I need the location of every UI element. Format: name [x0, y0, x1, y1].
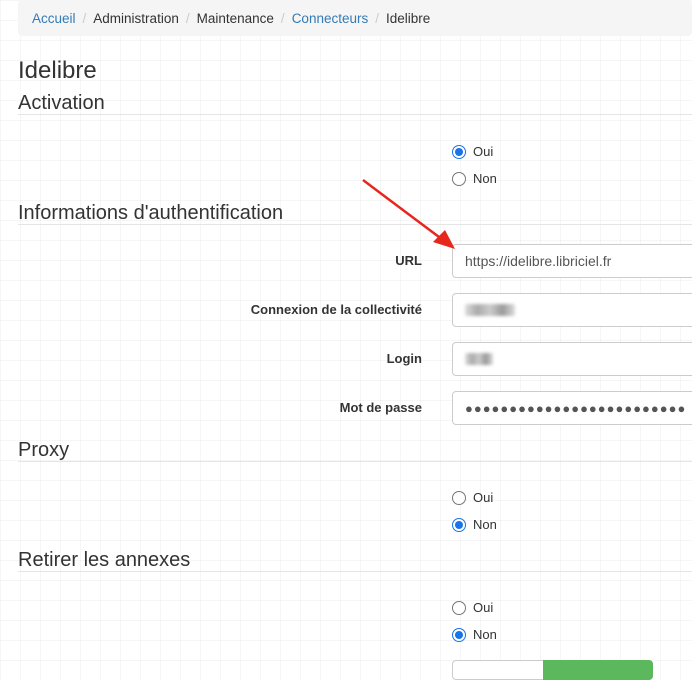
breadcrumb-idelibre: Idelibre [386, 10, 431, 26]
breadcrumb-separator: / [375, 10, 379, 26]
page-title: Idelibre [18, 57, 97, 84]
annexes-option-non[interactable]: Non [452, 627, 497, 642]
radio-label: Non [473, 627, 497, 642]
password-field[interactable]: ●●●●●●●●●●●●●●●●●●●●●●●●● [452, 391, 692, 425]
radio-label: Non [473, 171, 497, 186]
radio-checked-icon[interactable] [452, 517, 466, 532]
section-title-activation: Activation [18, 92, 105, 114]
radio-checked-icon[interactable] [452, 627, 466, 642]
proxy-option-oui[interactable]: Oui [452, 490, 493, 505]
annexes-option-oui[interactable]: Oui [452, 600, 493, 615]
collectivite-label: Connexion de la collectivité [250, 302, 422, 317]
section-title-annexes: Retirer les annexes [18, 549, 191, 571]
breadcrumb-maintenance: Maintenance [196, 10, 274, 26]
password-value: ●●●●●●●●●●●●●●●●●●●●●●●●● [465, 400, 687, 416]
section-divider [18, 461, 692, 462]
section-divider [18, 571, 692, 572]
section-title-auth: Informations d'authentification [18, 202, 284, 224]
activation-option-oui[interactable]: Oui [452, 144, 493, 159]
radio-label: Oui [473, 144, 494, 159]
save-button[interactable] [543, 660, 653, 680]
breadcrumb-separator: / [82, 10, 87, 26]
breadcrumb-connecteurs[interactable]: Connecteurs [292, 11, 369, 26]
radio-checked-icon[interactable] [452, 144, 466, 159]
collectivite-field[interactable] [452, 293, 692, 327]
proxy-option-non[interactable]: Non [452, 517, 497, 532]
redacted-value [465, 304, 515, 316]
breadcrumb-administration: Administration [93, 10, 179, 26]
section-divider [18, 114, 692, 115]
radio-label: Oui [473, 490, 494, 505]
breadcrumb-separator: / [280, 10, 285, 26]
radio-unchecked-icon[interactable] [452, 600, 466, 615]
breadcrumb: Accueil / Administration / Maintenance /… [18, 0, 692, 36]
password-label: Mot de passe [339, 400, 422, 415]
radio-label: Non [473, 517, 497, 532]
breadcrumb-separator: / [185, 10, 190, 26]
login-field[interactable] [452, 342, 692, 376]
section-title-proxy: Proxy [18, 439, 70, 461]
cancel-button[interactable] [452, 660, 544, 680]
url-value: https://idelibre.libriciel.fr [465, 253, 612, 269]
radio-unchecked-icon[interactable] [452, 490, 466, 505]
login-label: Login [386, 351, 422, 366]
redacted-value [465, 353, 493, 365]
url-field[interactable]: https://idelibre.libriciel.fr [452, 244, 692, 278]
radio-label: Oui [473, 600, 494, 615]
red-arrow-icon [362, 179, 455, 249]
breadcrumb-accueil[interactable]: Accueil [32, 11, 76, 26]
